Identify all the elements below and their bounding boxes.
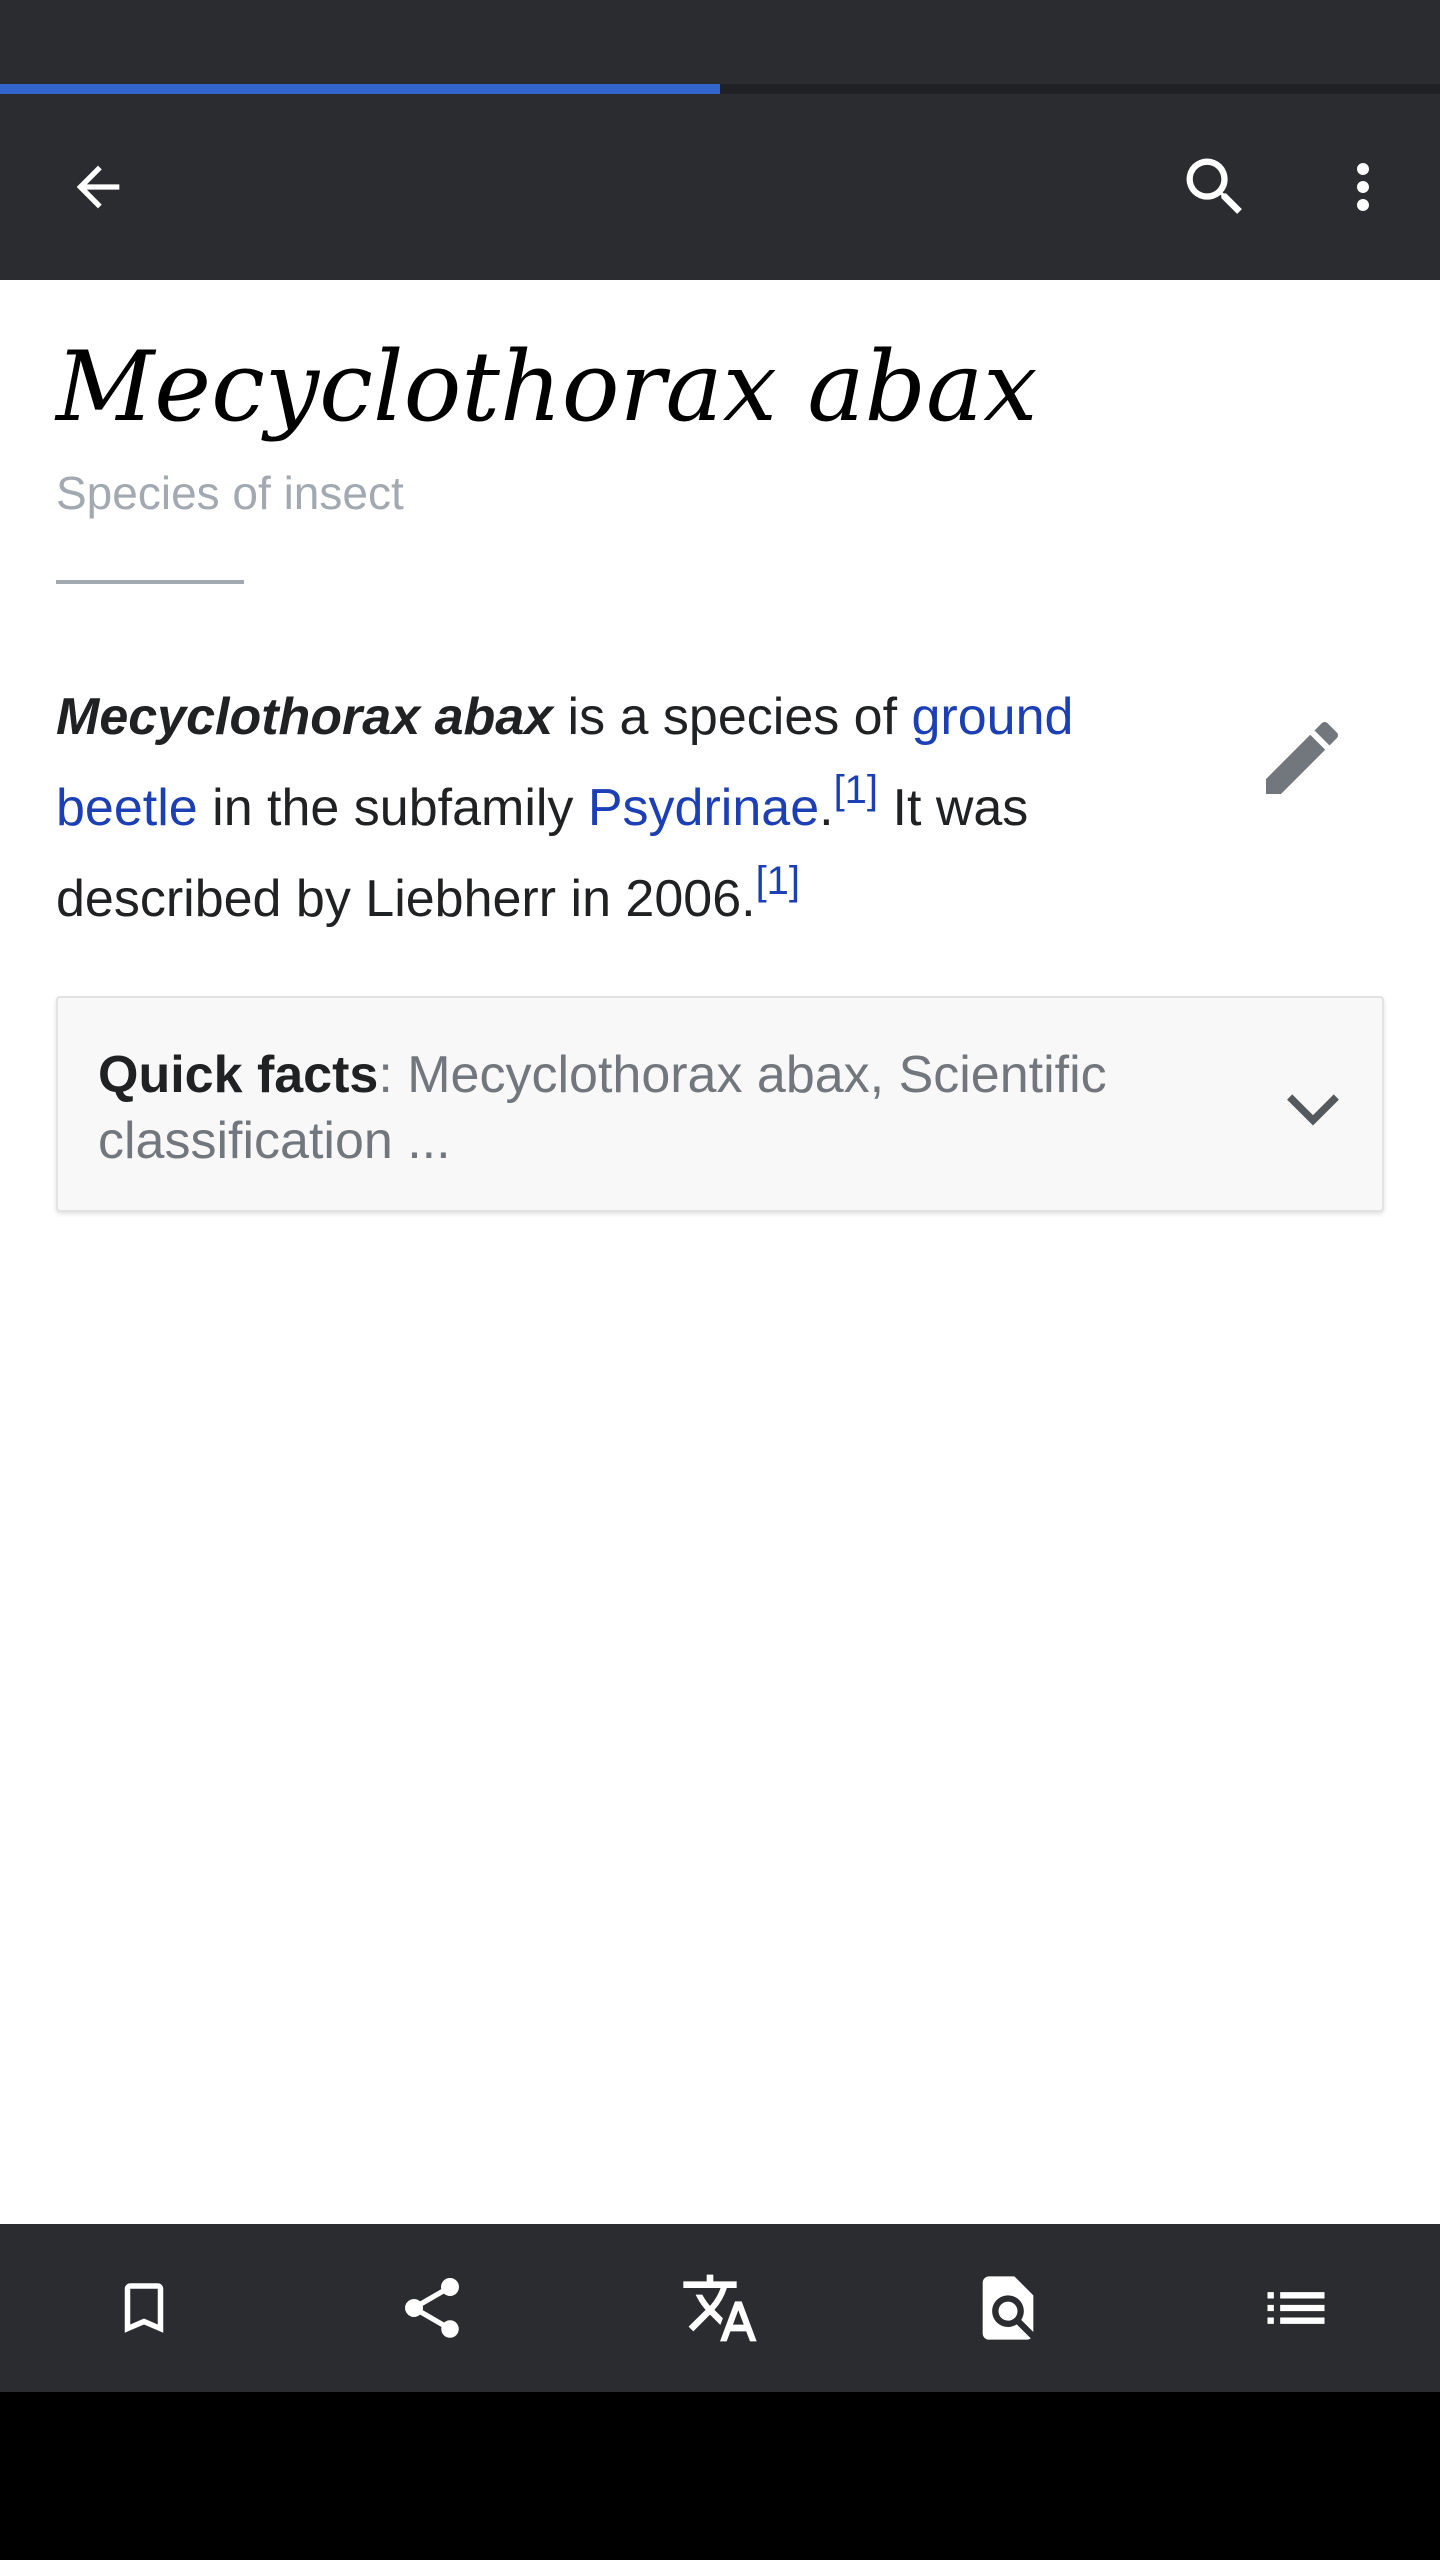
quick-facts-label: Quick facts [98,1046,379,1104]
lead-text-2: in the subfamily [197,779,588,837]
top-toolbar [0,94,1440,280]
page-load-progress-fill [0,84,720,94]
link-ground-beetle-part1[interactable]: ground [912,688,1074,746]
reference-1-second[interactable]: [1] [756,859,800,903]
article-content: Mecyclothorax abax Species of insect Mec… [0,280,1440,2224]
pencil-icon [1266,721,1339,794]
quick-facts-text: Quick facts: Mecyclothorax abax, Scienti… [98,1042,1228,1174]
back-button[interactable] [43,132,153,242]
link-ground-beetle-part2[interactable]: beetle [56,779,198,837]
find-in-page-button[interactable] [953,2253,1063,2363]
share-icon [404,2278,460,2338]
bottom-action-bar [0,2224,1440,2392]
lead-text-3: . [819,779,834,837]
quick-facts-expand[interactable] [1258,1052,1368,1162]
table-of-contents-icon [1267,2292,1325,2324]
status-bar [0,0,1440,84]
lead-subject: Mecyclothorax abax [56,688,554,746]
edit-section-button[interactable] [1244,700,1360,816]
search-icon [1186,158,1242,214]
bookmark-button[interactable] [89,2253,199,2363]
reference-1[interactable]: [1] [834,768,878,812]
table-of-contents-button[interactable] [1241,2253,1351,2363]
lead-paragraph: Mecyclothorax abax is a species of groun… [56,672,1156,945]
page-load-progress-bar [0,84,1440,94]
overflow-menu-button[interactable] [1308,132,1418,242]
language-button[interactable] [665,2253,775,2363]
link-psydrinae[interactable]: Psydrinae [588,779,819,837]
lead-text-1: is a species of [553,688,912,746]
system-navigation-area [0,2392,1440,2560]
screen: Mecyclothorax abax Species of insect Mec… [0,0,1440,2560]
translate-icon [683,2274,757,2342]
find-in-page-icon [982,2276,1034,2340]
title-divider [56,580,244,584]
article-description: Species of insect [56,467,404,519]
quick-facts-box[interactable]: Quick facts: Mecyclothorax abax, Scienti… [56,996,1384,1212]
search-button[interactable] [1160,132,1270,242]
bookmark-icon [124,2283,164,2333]
arrow-left-icon [76,165,120,209]
more-vert-icon [1357,163,1369,211]
chevron-down-icon [1287,1094,1339,1126]
article-title: Mecyclothorax abax [56,331,1038,443]
share-button[interactable] [377,2253,487,2363]
